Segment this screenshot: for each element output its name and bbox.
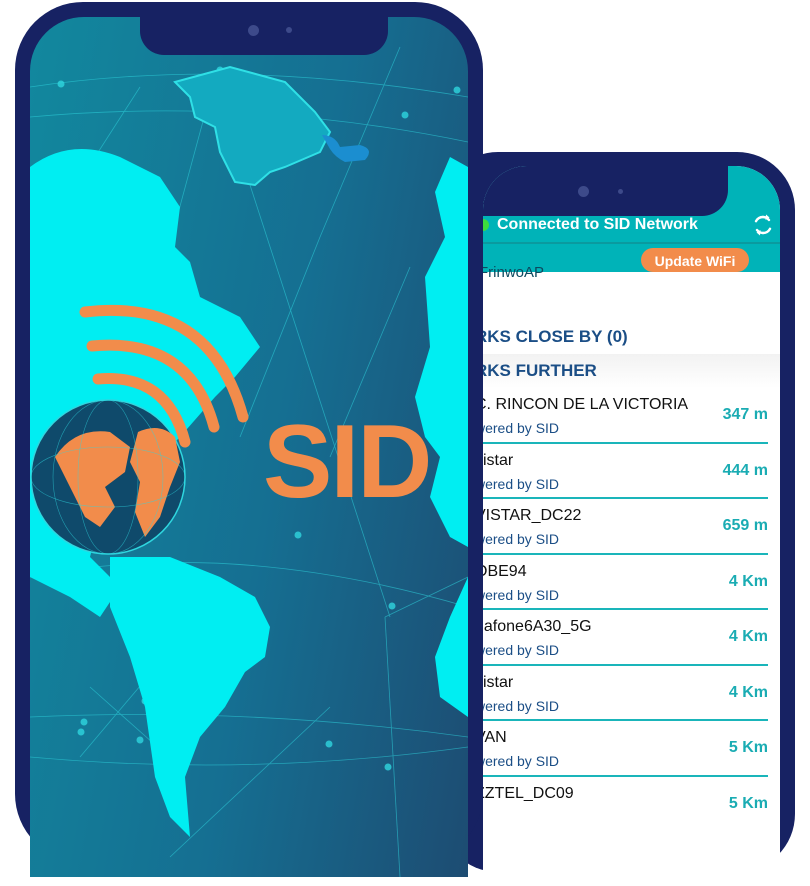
network-list-item[interactable]: OBE94 wered by SID 4 Km (483, 555, 780, 610)
sync-icon[interactable] (751, 213, 775, 237)
network-distance: 4 Km (728, 683, 768, 701)
splash-screen: SID (30, 17, 468, 877)
camera-icon (578, 186, 589, 197)
section-title: RKS FURTHER (483, 361, 597, 380)
network-name: dafone6A30_5G (483, 618, 592, 635)
network-name: C. RINCON DE LA VICTORIA (483, 396, 689, 413)
africa-lower-shape (435, 577, 468, 717)
section-networks-close-by: RKS CLOSE BY (0) (483, 320, 780, 354)
network-subtitle: wered by SID (483, 753, 560, 769)
network-list-item[interactable]: VISTAR_DC22 wered by SID 659 m (483, 499, 780, 555)
phone-notch (140, 17, 388, 55)
network-subtitle: wered by SID (483, 420, 560, 436)
network-name: vistar (483, 673, 514, 691)
network-distance: 5 Km (728, 739, 768, 756)
network-subtitle: wered by SID (483, 697, 560, 714)
network-subtitle: wered by SID (483, 586, 560, 603)
network-distance: 444 m (722, 461, 768, 479)
section-title: RKS CLOSE BY (0) (483, 327, 628, 346)
network-subtitle: wered by SID (483, 642, 560, 658)
camera-icon (248, 25, 259, 36)
connection-status-text: Connected to SID Network (497, 216, 698, 233)
network-list-screen: Connected to SID Network FrinwoAP Powere… (483, 166, 780, 886)
network-name: vistar (483, 451, 514, 469)
network-name: VISTAR_DC22 (483, 507, 582, 524)
network-list-item[interactable]: ZZTEL_DC09 5 Km (483, 777, 780, 833)
network-list-item[interactable]: vistar wered by SID 4 Km (483, 666, 780, 721)
sensor-icon (286, 27, 292, 33)
network-name: ZZTEL_DC09 (483, 784, 574, 802)
greenland-shape (173, 65, 332, 187)
network-distance: 4 Km (728, 572, 768, 590)
sid-logo-text: SID (263, 404, 432, 520)
network-subtitle: wered by SID (483, 475, 560, 492)
green-dot-icon (483, 219, 489, 231)
current-network-subtitle: Powered by SID (483, 286, 566, 300)
network-list: C. RINCON DE LA VICTORIA wered by SID 34… (483, 388, 780, 832)
phone-notch (483, 166, 728, 216)
network-distance: 4 Km (728, 628, 768, 645)
current-network-name: FrinwoAP (483, 264, 545, 281)
south-america-shape (110, 557, 270, 837)
network-distance: 347 m (722, 406, 768, 423)
network-name: VAN (483, 729, 507, 746)
network-name: OBE94 (483, 562, 527, 580)
sensor-icon (618, 189, 623, 194)
network-subtitle: wered by SID (483, 531, 560, 547)
left-phone: SID (15, 2, 483, 877)
network-list-item[interactable]: VAN wered by SID 5 Km (483, 721, 780, 777)
network-list-item[interactable]: C. RINCON DE LA VICTORIA wered by SID 34… (483, 388, 780, 444)
update-wifi-button[interactable]: Update WiFi (641, 248, 749, 272)
section-networks-further: RKS FURTHER (483, 354, 780, 388)
network-list-item[interactable]: vistar wered by SID 444 m (483, 444, 780, 499)
iceland-shape (322, 135, 369, 162)
network-distance: 659 m (722, 517, 768, 534)
globe-icon (30, 399, 186, 555)
network-list-item[interactable]: dafone6A30_5G wered by SID 4 Km (483, 610, 780, 666)
right-phone: Connected to SID Network FrinwoAP Powere… (440, 152, 795, 886)
